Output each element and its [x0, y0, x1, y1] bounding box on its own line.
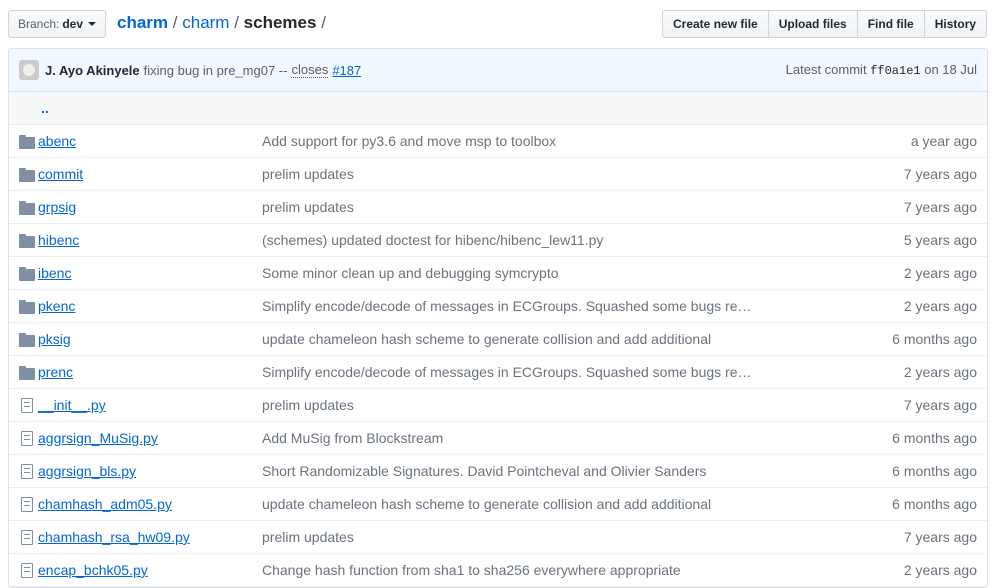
table-row: commit prelim updates 7 years ago — [9, 158, 987, 191]
commit-message-link[interactable]: Change hash function from sha1 to sha256… — [262, 562, 681, 578]
commit-message-link[interactable]: Add MuSig from Blockstream — [262, 430, 443, 446]
commit-message-link[interactable]: prelim updates — [262, 166, 354, 182]
branch-label: Branch: — [17, 17, 60, 31]
file-name-link[interactable]: aggrsign_MuSig.py — [38, 430, 158, 446]
file-name-link[interactable]: commit — [38, 166, 83, 182]
branch-value: dev — [62, 17, 84, 31]
commit-message-link[interactable]: prelim updates — [262, 199, 354, 215]
breadcrumb-separator: / — [234, 13, 239, 32]
commit-age: 7 years ago — [903, 529, 977, 545]
file-name-link[interactable]: abenc — [38, 133, 76, 149]
commit-message-link[interactable]: update chameleon hash scheme to generate… — [262, 496, 711, 512]
commit-age: 5 years ago — [903, 232, 977, 248]
find-file-button[interactable]: Find file — [856, 11, 924, 37]
commit-message-link[interactable]: prelim updates — [262, 397, 354, 413]
file-icon — [21, 530, 33, 545]
file-icon — [21, 431, 33, 446]
commit-date: on 18 Jul — [924, 62, 977, 77]
file-name-link[interactable]: hibenc — [38, 232, 79, 248]
folder-icon — [19, 234, 35, 248]
table-row: hibenc (schemes) updated doctest for hib… — [9, 224, 987, 257]
parent-directory-link[interactable]: .. — [9, 92, 987, 125]
history-button[interactable]: History — [923, 11, 987, 37]
commit-message-link[interactable]: Simplify encode/decode of messages in EC… — [262, 364, 752, 380]
table-row: pksig update chameleon hash scheme to ge… — [9, 323, 987, 356]
table-row: aggrsign_bls.py Short Randomizable Signa… — [9, 455, 987, 488]
folder-icon — [19, 135, 35, 149]
issue-link[interactable]: #187 — [332, 63, 361, 78]
file-name-link[interactable]: ibenc — [38, 265, 71, 281]
table-row: grpsig prelim updates 7 years ago — [9, 191, 987, 224]
table-row: abenc Add support for py3.6 and move msp… — [9, 125, 987, 158]
table-row: aggrsign_MuSig.py Add MuSig from Blockst… — [9, 422, 987, 455]
avatar[interactable] — [19, 60, 39, 80]
breadcrumb: charm / charm / schemes / — [117, 13, 326, 33]
breadcrumb-root[interactable]: charm — [117, 13, 168, 32]
file-name-link[interactable]: __init__.py — [38, 397, 106, 413]
table-row: prenc Simplify encode/decode of messages… — [9, 356, 987, 389]
file-name-link[interactable]: chamhash_adm05.py — [38, 496, 172, 512]
file-table: J. Ayo Akinyele fixing bug in pre_mg07 -… — [8, 48, 988, 588]
commit-age: 7 years ago — [903, 397, 977, 413]
latest-commit-label: Latest commit — [785, 62, 867, 77]
file-name-link[interactable]: prenc — [38, 364, 73, 380]
commit-age: 6 months ago — [892, 463, 977, 479]
commit-message[interactable]: fixing bug in pre_mg07 -- — [144, 63, 288, 78]
file-name-link[interactable]: pkenc — [38, 298, 75, 314]
commit-message-link[interactable]: prelim updates — [262, 529, 354, 545]
breadcrumb-current: schemes — [243, 13, 317, 32]
commit-message-link[interactable]: Simplify encode/decode of messages in EC… — [262, 298, 752, 314]
commit-age: 6 months ago — [892, 430, 977, 446]
folder-icon — [19, 168, 35, 182]
branch-select[interactable]: Branch: dev — [8, 10, 106, 38]
commit-sha[interactable]: ff0a1e1 — [870, 64, 920, 78]
file-name-link[interactable]: chamhash_rsa_hw09.py — [38, 529, 190, 545]
file-name-link[interactable]: aggrsign_bls.py — [38, 463, 136, 479]
folder-icon — [19, 201, 35, 215]
file-actions: Create new file Upload files Find file H… — [662, 10, 988, 38]
breadcrumb-item[interactable]: charm — [182, 13, 229, 32]
commit-age: 2 years ago — [903, 562, 977, 578]
commit-message-link[interactable]: Some minor clean up and debugging symcry… — [262, 265, 559, 281]
commit-age: a year ago — [910, 133, 977, 149]
file-name-link[interactable]: pksig — [38, 331, 71, 347]
commit-author[interactable]: J. Ayo Akinyele — [45, 63, 140, 78]
commit-age: 6 months ago — [892, 496, 977, 512]
commit-message-link[interactable]: (schemes) updated doctest for hibenc/hib… — [262, 232, 603, 248]
commit-age: 2 years ago — [903, 265, 977, 281]
file-icon — [21, 497, 33, 512]
table-row: chamhash_adm05.py update chameleon hash … — [9, 488, 987, 521]
caret-down-icon — [88, 22, 97, 26]
file-name-link[interactable]: grpsig — [38, 199, 76, 215]
folder-icon — [19, 300, 35, 314]
table-row: chamhash_rsa_hw09.py prelim updates 7 ye… — [9, 521, 987, 554]
table-row: encap_bchk05.py Change hash function fro… — [9, 554, 987, 587]
file-icon — [21, 464, 33, 479]
table-row: pkenc Simplify encode/decode of messages… — [9, 290, 987, 323]
commit-age: 2 years ago — [903, 298, 977, 314]
file-icon — [21, 398, 33, 413]
commit-age: 7 years ago — [903, 199, 977, 215]
latest-commit-info: Latest commit ff0a1e1 on 18 Jul — [786, 62, 977, 78]
closes-label: closes — [291, 62, 329, 78]
commit-age: 2 years ago — [903, 364, 977, 380]
file-icon — [21, 563, 33, 578]
folder-icon — [19, 267, 35, 281]
commit-age: 6 months ago — [892, 331, 977, 347]
table-row: ibenc Some minor clean up and debugging … — [9, 257, 987, 290]
upload-files-button[interactable]: Upload files — [767, 11, 857, 37]
commit-message-link[interactable]: Short Randomizable Signatures. David Poi… — [262, 463, 706, 479]
table-row: __init__.py prelim updates 7 years ago — [9, 389, 987, 422]
folder-icon — [19, 333, 35, 347]
breadcrumb-separator: / — [172, 13, 178, 32]
commit-message-link[interactable]: update chameleon hash scheme to generate… — [262, 331, 711, 347]
commit-age: 7 years ago — [903, 166, 977, 182]
commit-message-link[interactable]: Add support for py3.6 and move msp to to… — [262, 133, 556, 149]
breadcrumb-separator: / — [321, 13, 326, 32]
file-name-link[interactable]: encap_bchk05.py — [38, 562, 148, 578]
latest-commit-bar: J. Ayo Akinyele fixing bug in pre_mg07 -… — [9, 49, 987, 92]
create-new-file-button[interactable]: Create new file — [663, 11, 768, 37]
folder-icon — [19, 366, 35, 380]
